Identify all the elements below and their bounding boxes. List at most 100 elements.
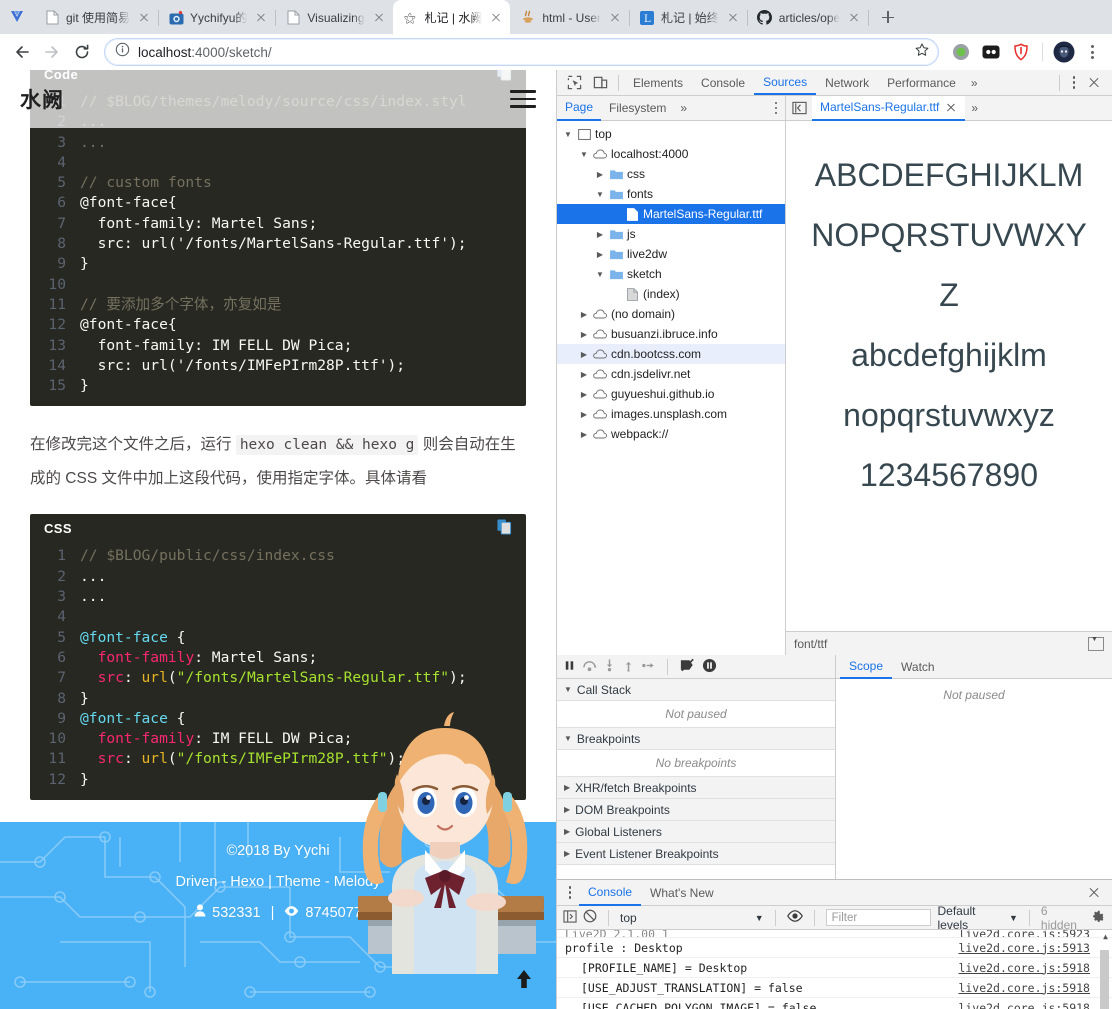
pause-on-exceptions-icon[interactable] (702, 658, 717, 676)
tab-close-button[interactable] (846, 10, 862, 26)
scroll-up-arrow-icon[interactable]: ▲ (1103, 932, 1108, 941)
chevron-double-right-icon[interactable]: » (965, 76, 984, 90)
editor-tab-close-icon[interactable] (945, 101, 957, 113)
tab-close-button[interactable] (371, 10, 387, 26)
drawer-tab-console[interactable]: Console (579, 880, 641, 906)
tab-close-button[interactable] (488, 9, 504, 25)
devtools-tab-elements[interactable]: Elements (624, 70, 692, 95)
step-out-icon[interactable] (622, 658, 635, 675)
file-tree-item[interactable]: ▶(no domain) (557, 304, 785, 324)
chevron-right-icon[interactable]: ▶ (579, 430, 589, 439)
chevron-right-icon[interactable]: ▶ (579, 350, 589, 359)
step-icon[interactable] (641, 659, 656, 675)
browser-tab-5[interactable]: L 札记 | 始终 (629, 1, 747, 34)
console-message-source-link[interactable]: live2d.core.js:5923 (958, 930, 1112, 938)
file-tree-item[interactable]: ▶live2dw (557, 244, 785, 264)
back-arrow-icon[interactable] (8, 38, 36, 66)
console-filter-input[interactable]: Filter (826, 909, 932, 926)
chevron-right-icon[interactable]: ▶ (579, 410, 589, 419)
chevron-right-icon[interactable]: ▶ (579, 330, 589, 339)
drawer-menu-icon[interactable] (561, 882, 579, 904)
chevron-down-icon[interactable]: ▼ (579, 150, 589, 159)
dark-square-extension-icon[interactable] (979, 40, 1003, 64)
green-dot-extension-icon[interactable] (949, 40, 973, 64)
pause-icon[interactable] (563, 659, 576, 675)
devtools-close-icon[interactable] (1083, 72, 1105, 94)
file-tree-item[interactable]: ▶cdn.jsdelivr.net (557, 364, 785, 384)
file-tree-item[interactable]: ▼sketch (557, 264, 785, 284)
file-tree-item[interactable]: ▼top (557, 124, 785, 144)
navigator-menu-icon[interactable] (767, 97, 785, 119)
forward-arrow-icon[interactable] (38, 38, 66, 66)
console-log-levels-dropdown[interactable]: Default levels ▼ (937, 904, 1017, 932)
browser-tab-4[interactable]: html - User (510, 1, 629, 34)
file-tree-item[interactable]: ▶busuanzi.ibruce.info (557, 324, 785, 344)
debugger-section-header[interactable]: ▶Global Listeners (557, 821, 835, 843)
chevron-right-icon[interactable]: ▶ (595, 170, 605, 179)
tab-watch[interactable]: Watch (892, 655, 944, 679)
devtools-tab-sources[interactable]: Sources (754, 70, 816, 95)
browser-tab-2[interactable]: Visualizing (275, 1, 392, 34)
chevron-right-icon[interactable]: ▶ (579, 390, 589, 399)
browser-tab-0[interactable]: git 使用简易 (34, 1, 158, 34)
site-title[interactable]: 水阙 (20, 84, 64, 114)
avatar-icon[interactable] (1052, 40, 1076, 64)
file-tree-item[interactable]: MartelSans-Regular.ttf (557, 204, 785, 224)
drawer-tab-whats-new[interactable]: What's New (641, 880, 723, 906)
reload-icon[interactable] (68, 38, 96, 66)
console-context-selector[interactable]: top ▼ (620, 911, 764, 925)
chevron-down-icon[interactable]: ▼ (595, 190, 605, 199)
navigator-tab-page[interactable]: Page (557, 96, 601, 121)
file-tree-item[interactable]: ▶cdn.bootcss.com (557, 344, 785, 364)
inspect-element-icon[interactable] (561, 71, 587, 95)
file-tree-item[interactable]: ▶css (557, 164, 785, 184)
file-tree-item[interactable]: (index) (557, 284, 785, 304)
chevron-right-icon[interactable]: ▶ (579, 310, 589, 319)
browser-tab-6[interactable]: articles/ope (747, 1, 868, 34)
star-icon[interactable] (914, 42, 930, 63)
navigator-tab-filesystem[interactable]: Filesystem (601, 96, 674, 121)
console-message-source-link[interactable]: live2d.core.js:5918 (958, 961, 1112, 975)
devtools-tab-performance[interactable]: Performance (878, 70, 965, 95)
chevron-double-right-icon[interactable]: » (965, 101, 984, 115)
tab-scope[interactable]: Scope (840, 655, 892, 679)
debugger-section-header[interactable]: ▶XHR/fetch Breakpoints (557, 777, 835, 799)
chevron-right-icon[interactable]: ▶ (595, 230, 605, 239)
device-toolbar-icon[interactable] (587, 71, 613, 95)
three-dot-menu-icon[interactable] (1080, 40, 1104, 64)
editor-tab-open-file[interactable]: MartelSans-Regular.ttf (812, 96, 965, 121)
live2d-character-widget[interactable] (340, 674, 550, 974)
gear-icon[interactable] (1091, 909, 1106, 927)
debugger-section-header[interactable]: ▼Call Stack (557, 679, 835, 701)
tab-close-button[interactable] (607, 10, 623, 26)
pretty-print-icon[interactable] (1088, 637, 1104, 651)
file-tree-item[interactable]: ▼fonts (557, 184, 785, 204)
step-over-icon[interactable] (582, 659, 597, 675)
console-message-source-link[interactable]: live2d.core.js:5918 (958, 1001, 1112, 1009)
copy-icon[interactable] (497, 519, 512, 538)
console-message-source-link[interactable]: live2d.core.js:5918 (958, 981, 1112, 995)
file-tree-item[interactable]: ▶images.unsplash.com (557, 404, 785, 424)
chevron-right-icon[interactable]: ▶ (579, 370, 589, 379)
new-tab-button[interactable] (874, 3, 902, 31)
debugger-section-header[interactable]: ▶DOM Breakpoints (557, 799, 835, 821)
info-circle-icon[interactable] (115, 42, 130, 62)
tab-close-button[interactable] (725, 10, 741, 26)
debugger-section-header[interactable]: ▶Event Listener Breakpoints (557, 843, 835, 865)
chevron-down-icon[interactable]: ▼ (595, 270, 605, 279)
devtools-tab-network[interactable]: Network (816, 70, 878, 95)
console-message-source-link[interactable]: live2d.core.js:5913 (958, 941, 1112, 955)
console-scrollbar[interactable]: ▲ (1100, 932, 1109, 1007)
drawer-close-icon[interactable] (1083, 882, 1105, 904)
tab-close-button[interactable] (136, 10, 152, 26)
clear-console-icon[interactable] (583, 909, 597, 926)
scrollbar-thumb[interactable] (1100, 950, 1109, 1009)
navigate-left-icon[interactable] (786, 96, 812, 120)
chevron-right-icon[interactable]: ▶ (595, 250, 605, 259)
debugger-section-header[interactable]: ▼Breakpoints (557, 728, 835, 750)
browser-tab-3-active[interactable]: ⚝ 札记 | 水阙 (393, 0, 511, 34)
file-tree-item[interactable]: ▶js (557, 224, 785, 244)
file-tree-item[interactable]: ▼localhost:4000 (557, 144, 785, 164)
chevron-double-right-icon[interactable]: » (674, 101, 693, 115)
chevron-down-icon[interactable]: ▼ (563, 130, 573, 139)
